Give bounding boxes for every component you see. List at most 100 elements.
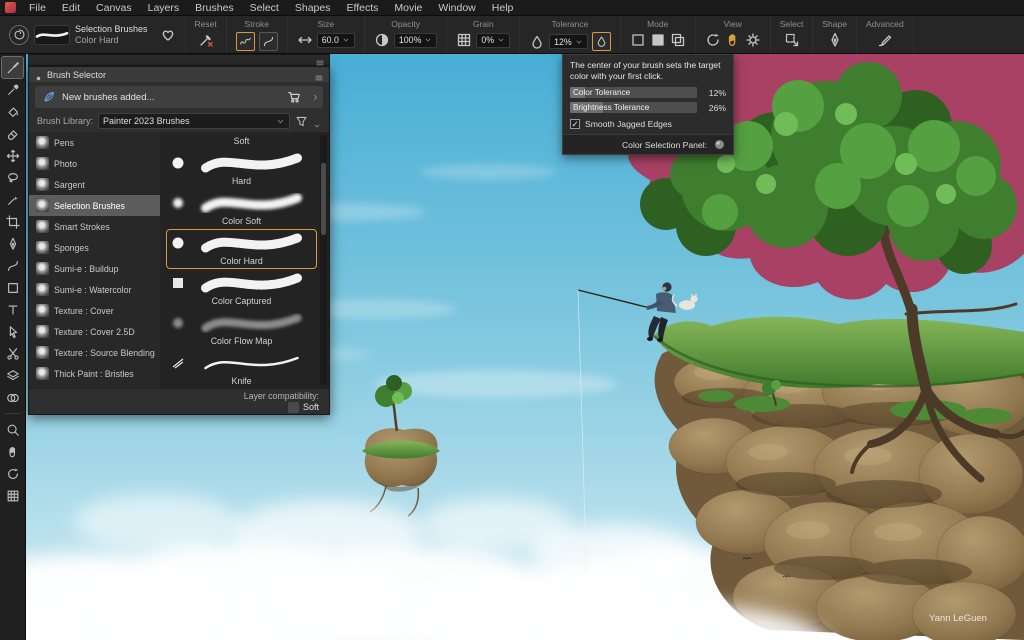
tolerance-popup: The center of your brush sets the target…	[562, 54, 734, 155]
brush-variant-color-captured[interactable]: Color Captured	[166, 269, 317, 309]
layer-compat-icon	[288, 402, 299, 413]
color-selection-panel-row[interactable]: Color Selection Panel:	[563, 134, 733, 154]
color-tolerance-slider[interactable]: Color Tolerance 12%	[563, 85, 733, 100]
grabber-tool[interactable]	[2, 441, 23, 462]
reset-brush-icon[interactable]	[198, 32, 214, 48]
brush-category-selection-brushes[interactable]: Selection Brushes	[29, 195, 160, 216]
brush-category-sponges[interactable]: Sponges	[29, 237, 160, 258]
menu-help[interactable]: Help	[484, 0, 522, 16]
filter-icon[interactable]	[295, 115, 308, 128]
scrollbar-thumb[interactable]	[321, 163, 326, 235]
eraser-tool[interactable]	[2, 123, 23, 144]
magnifier-tool[interactable]	[2, 419, 23, 440]
arrows-h-icon[interactable]	[297, 32, 313, 48]
section-label: Mode	[647, 19, 668, 29]
brush-category-sumi-e-watercolor[interactable]: Sumi-e : Watercolor	[29, 279, 160, 300]
menu-edit[interactable]: Edit	[54, 0, 88, 16]
panel-menu-icon[interactable]	[314, 70, 324, 80]
brush-variant-knife[interactable]: Knife	[166, 349, 317, 388]
brush-variant-color-hard[interactable]: Color Hard	[166, 229, 317, 269]
brush-variant-color-soft[interactable]: Color Soft	[166, 189, 317, 229]
panel-dot-icon	[34, 70, 43, 79]
menu-effects[interactable]: Effects	[338, 0, 386, 16]
advanced-brush-icon[interactable]	[877, 32, 893, 48]
rotate-page-tool[interactable]	[2, 463, 23, 484]
brush-category-texture-cover[interactable]: Texture : Cover	[29, 300, 160, 321]
opacity-value[interactable]: 100%	[394, 33, 438, 48]
variant-stroke-preview	[190, 151, 313, 175]
color-selection-panel-icon[interactable]	[713, 138, 726, 151]
mode-overlap-icon[interactable]	[670, 32, 686, 48]
crop-tool[interactable]	[2, 211, 23, 232]
paint-bucket-tool[interactable]	[2, 101, 23, 122]
droplet-icon[interactable]	[529, 34, 545, 50]
menu-brushes[interactable]: Brushes	[187, 0, 242, 16]
select-box-icon[interactable]	[784, 32, 800, 48]
brush-category-sargent[interactable]: Sargent	[29, 174, 160, 195]
tolerance-value[interactable]: 12%	[549, 34, 588, 49]
droplet-icon[interactable]	[592, 32, 611, 51]
mode-filled-icon[interactable]	[650, 32, 666, 48]
gear-icon[interactable]	[745, 32, 761, 48]
menu-shapes[interactable]: Shapes	[287, 0, 339, 16]
brush-variant-soft[interactable]: Soft	[166, 134, 317, 149]
brush-category-pens[interactable]: Pens	[29, 132, 160, 153]
variant-scrollbar[interactable]	[320, 135, 327, 385]
variant-label: Hard	[167, 175, 316, 188]
brush-category-thick-paint-bristles[interactable]: Thick Paint : Bristles	[29, 363, 160, 384]
filter-chevron-icon[interactable]	[313, 117, 321, 125]
quick-curve-tool[interactable]	[2, 255, 23, 276]
curve-icon[interactable]	[259, 32, 278, 51]
brush-category-texture-cover-2-5d[interactable]: Texture : Cover 2.5D	[29, 321, 160, 342]
variant-label: Knife	[167, 375, 316, 388]
smooth-jagged-edges-checkbox[interactable]: ✓ Smooth Jagged Edges	[563, 115, 733, 134]
checkbox-icon[interactable]: ✓	[570, 119, 580, 129]
scissors-tool[interactable]	[2, 343, 23, 364]
library-dropdown[interactable]: Painter 2023 Brushes	[98, 113, 290, 129]
menu-layers[interactable]: Layers	[140, 0, 188, 16]
pen-tool[interactable]	[2, 233, 23, 254]
menu-movie[interactable]: Movie	[386, 0, 430, 16]
menu-canvas[interactable]: Canvas	[88, 0, 140, 16]
layer-adjuster-tool[interactable]	[2, 145, 23, 166]
brush-category-texture-source-blending[interactable]: Texture : Source Blending	[29, 342, 160, 363]
grain-value[interactable]: 0%	[476, 33, 510, 48]
brush-category-photo[interactable]: Photo	[29, 153, 160, 174]
category-label: Photo	[54, 159, 77, 169]
cart-icon[interactable]	[287, 90, 301, 104]
menu-window[interactable]: Window	[430, 0, 483, 16]
menu-file[interactable]: File	[21, 0, 54, 16]
mixer-tool[interactable]	[2, 387, 23, 408]
menu-select[interactable]: Select	[242, 0, 287, 16]
brush-variant-hard[interactable]: Hard	[166, 149, 317, 189]
brush-tool[interactable]	[2, 57, 23, 78]
lasso-tool[interactable]	[2, 167, 23, 188]
layers-tool[interactable]	[2, 365, 23, 386]
rotate-icon[interactable]	[705, 32, 721, 48]
perspective-grid-tool[interactable]	[2, 485, 23, 506]
brush-selector-summary[interactable]: Selection Brushes Color Hard	[0, 16, 186, 53]
brush-category-sumi-e-buildup[interactable]: Sumi-e : Buildup	[29, 258, 160, 279]
mode-square-icon[interactable]	[630, 32, 646, 48]
dropper-tool[interactable]	[2, 79, 23, 100]
magic-wand-tool[interactable]	[2, 189, 23, 210]
opacity-circle-icon[interactable]	[374, 32, 390, 48]
hand-icon[interactable]	[725, 32, 741, 48]
brightness-tolerance-slider[interactable]: Brightness Tolerance 26%	[563, 100, 733, 115]
layer-compatibility-footer: Layer compatibility: Soft	[29, 388, 329, 414]
new-brushes-banner[interactable]: New brushes added...	[35, 86, 323, 108]
size-value[interactable]: 60.0	[317, 33, 355, 48]
squiggle-icon[interactable]	[236, 32, 255, 51]
grain-grid-icon[interactable]	[456, 32, 472, 48]
rect-shape-tool[interactable]	[2, 277, 23, 298]
chevron-right-icon[interactable]	[307, 93, 316, 102]
brush-variant-label: Color Hard	[75, 35, 148, 46]
dock-menu-icon[interactable]	[315, 55, 325, 65]
brush-category-smart-strokes[interactable]: Smart Strokes	[29, 216, 160, 237]
brush-variant-color-flow-map[interactable]: Color Flow Map	[166, 309, 317, 349]
pen-nib-icon[interactable]	[827, 32, 843, 48]
category-label: Texture : Cover	[54, 306, 114, 316]
favorite-icon[interactable]	[160, 27, 176, 43]
text-tool[interactable]	[2, 299, 23, 320]
shape-selection-tool[interactable]	[2, 321, 23, 342]
